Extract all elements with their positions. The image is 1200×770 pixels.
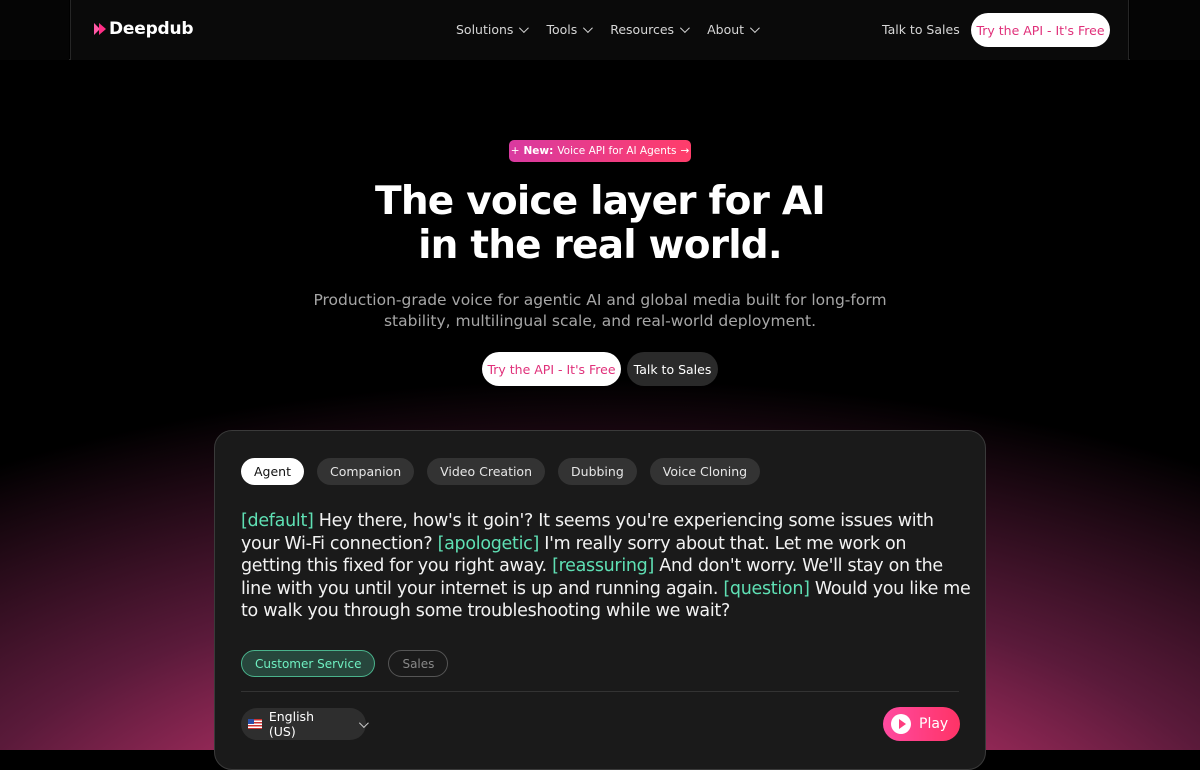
demo-tabs: Agent Companion Video Creation Dubbing V… bbox=[241, 458, 761, 485]
voice-demo-card: Agent Companion Video Creation Dubbing V… bbox=[214, 430, 986, 770]
card-divider bbox=[241, 691, 959, 692]
nav-item-about[interactable]: About bbox=[707, 22, 760, 37]
nav-item-label: Resources bbox=[610, 22, 675, 37]
top-navigation: Deepdub Solutions Tools Resources About … bbox=[0, 0, 1200, 60]
deepdub-logo-icon bbox=[94, 23, 106, 35]
nav-item-solutions[interactable]: Solutions bbox=[456, 22, 530, 37]
hero-subtitle-line-2: stability, multilingual scale, and real-… bbox=[383, 312, 817, 330]
nav-item-label: About bbox=[707, 22, 745, 37]
announcement-badge[interactable]: + New: Voice API for AI Agents → bbox=[509, 140, 691, 162]
nav-item-tools[interactable]: Tools bbox=[546, 22, 594, 37]
nav-menu: Solutions Tools Resources About bbox=[456, 22, 760, 37]
tab-dubbing[interactable]: Dubbing bbox=[558, 458, 637, 485]
nav-right-block bbox=[1130, 0, 1200, 60]
nav-item-label: Solutions bbox=[456, 22, 514, 37]
badge-new-label: New: bbox=[523, 145, 554, 157]
chip-customer-service[interactable]: Customer Service bbox=[241, 650, 376, 677]
nav-item-label: Tools bbox=[546, 22, 578, 37]
nav-item-resources[interactable]: Resources bbox=[610, 22, 690, 37]
tab-agent[interactable]: Agent bbox=[241, 458, 304, 485]
chevron-down-icon bbox=[359, 717, 369, 728]
talk-to-sales-link[interactable]: Talk to Sales bbox=[882, 22, 960, 37]
play-label: Play bbox=[919, 716, 949, 732]
us-flag-icon bbox=[248, 719, 262, 729]
logo-text: Deepdub bbox=[109, 19, 194, 39]
chevron-down-icon bbox=[583, 23, 594, 34]
badge-text: Voice API for AI Agents bbox=[557, 145, 677, 157]
emotion-tag: [apologetic] bbox=[437, 533, 540, 554]
chevron-down-icon bbox=[519, 23, 530, 34]
nav-left-block bbox=[0, 0, 69, 60]
try-api-button[interactable]: Try the API - It's Free bbox=[971, 13, 1110, 47]
chevron-down-icon bbox=[680, 23, 690, 34]
hero-subtitle: Production-grade voice for agentic AI an… bbox=[300, 290, 900, 332]
hero-title-line-2: in the real world. bbox=[418, 223, 783, 268]
chip-sales[interactable]: Sales bbox=[388, 650, 449, 677]
nav-bar: Deepdub Solutions Tools Resources About … bbox=[70, 0, 1129, 60]
emotion-tag: [default] bbox=[241, 511, 314, 531]
emotion-tag: [reassuring] bbox=[552, 556, 655, 576]
chevron-down-icon bbox=[750, 23, 760, 34]
emotion-tag: [question] bbox=[723, 578, 810, 599]
use-case-chips: Customer Service Sales bbox=[241, 650, 449, 677]
hero-talk-to-sales-button[interactable]: Talk to Sales bbox=[627, 352, 718, 386]
arrow-right-icon: → bbox=[680, 145, 690, 157]
hero-title: The voice layer for AI in the real world… bbox=[0, 180, 1200, 268]
language-label: English (US) bbox=[268, 709, 314, 739]
tab-companion[interactable]: Companion bbox=[317, 458, 415, 485]
hero-title-line-1: The voice layer for AI bbox=[375, 179, 826, 224]
play-icon bbox=[891, 714, 911, 734]
tab-voice-cloning[interactable]: Voice Cloning bbox=[649, 458, 761, 485]
sparkle-icon: + bbox=[510, 145, 520, 157]
hero-try-api-button[interactable]: Try the API - It's Free bbox=[482, 352, 621, 386]
language-selector[interactable]: English (US) bbox=[241, 708, 369, 740]
demo-script-text: [default] Hey there, how's it goin'? It … bbox=[241, 510, 971, 623]
logo[interactable]: Deepdub bbox=[94, 19, 194, 39]
play-button[interactable]: Play bbox=[883, 707, 960, 741]
tab-video-creation[interactable]: Video Creation bbox=[427, 458, 546, 485]
hero-subtitle-line-1: Production-grade voice for agentic AI an… bbox=[313, 291, 887, 309]
